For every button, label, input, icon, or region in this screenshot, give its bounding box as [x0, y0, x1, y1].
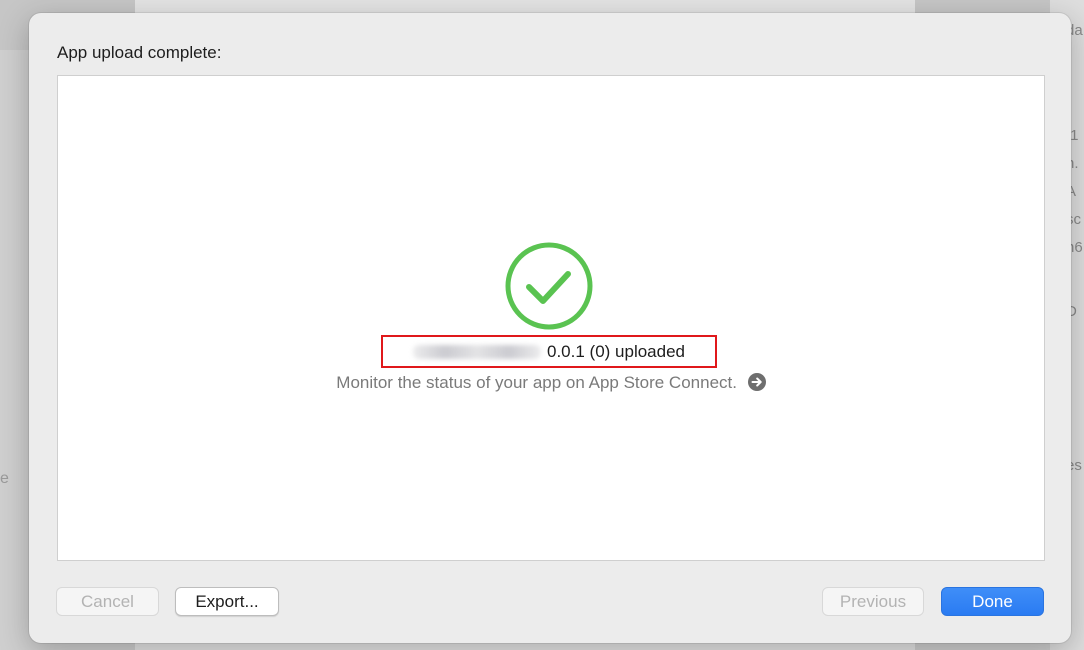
- content-panel: 0.0.1 (0) uploaded Monitor the status of…: [57, 75, 1045, 561]
- upload-status-highlight: 0.0.1 (0) uploaded: [381, 335, 717, 368]
- arrow-right-circle-icon[interactable]: [747, 373, 766, 391]
- monitor-status-text: Monitor the status of your app on App St…: [336, 373, 737, 392]
- bg-left-fragment: e: [0, 470, 9, 487]
- redacted-app-name: [413, 344, 541, 359]
- done-button[interactable]: Done: [941, 587, 1044, 616]
- upload-status-text: 0.0.1 (0) uploaded: [547, 341, 685, 361]
- export-button[interactable]: Export...: [175, 587, 279, 616]
- previous-button[interactable]: Previous: [822, 587, 924, 616]
- monitor-row: Monitor the status of your app on App St…: [58, 373, 1044, 393]
- cancel-button[interactable]: Cancel: [56, 587, 159, 616]
- upload-complete-sheet: App upload complete: 0.0.1 (0) uploaded …: [29, 13, 1071, 643]
- checkmark-circle-icon: [505, 242, 593, 330]
- sheet-title: App upload complete:: [57, 43, 222, 62]
